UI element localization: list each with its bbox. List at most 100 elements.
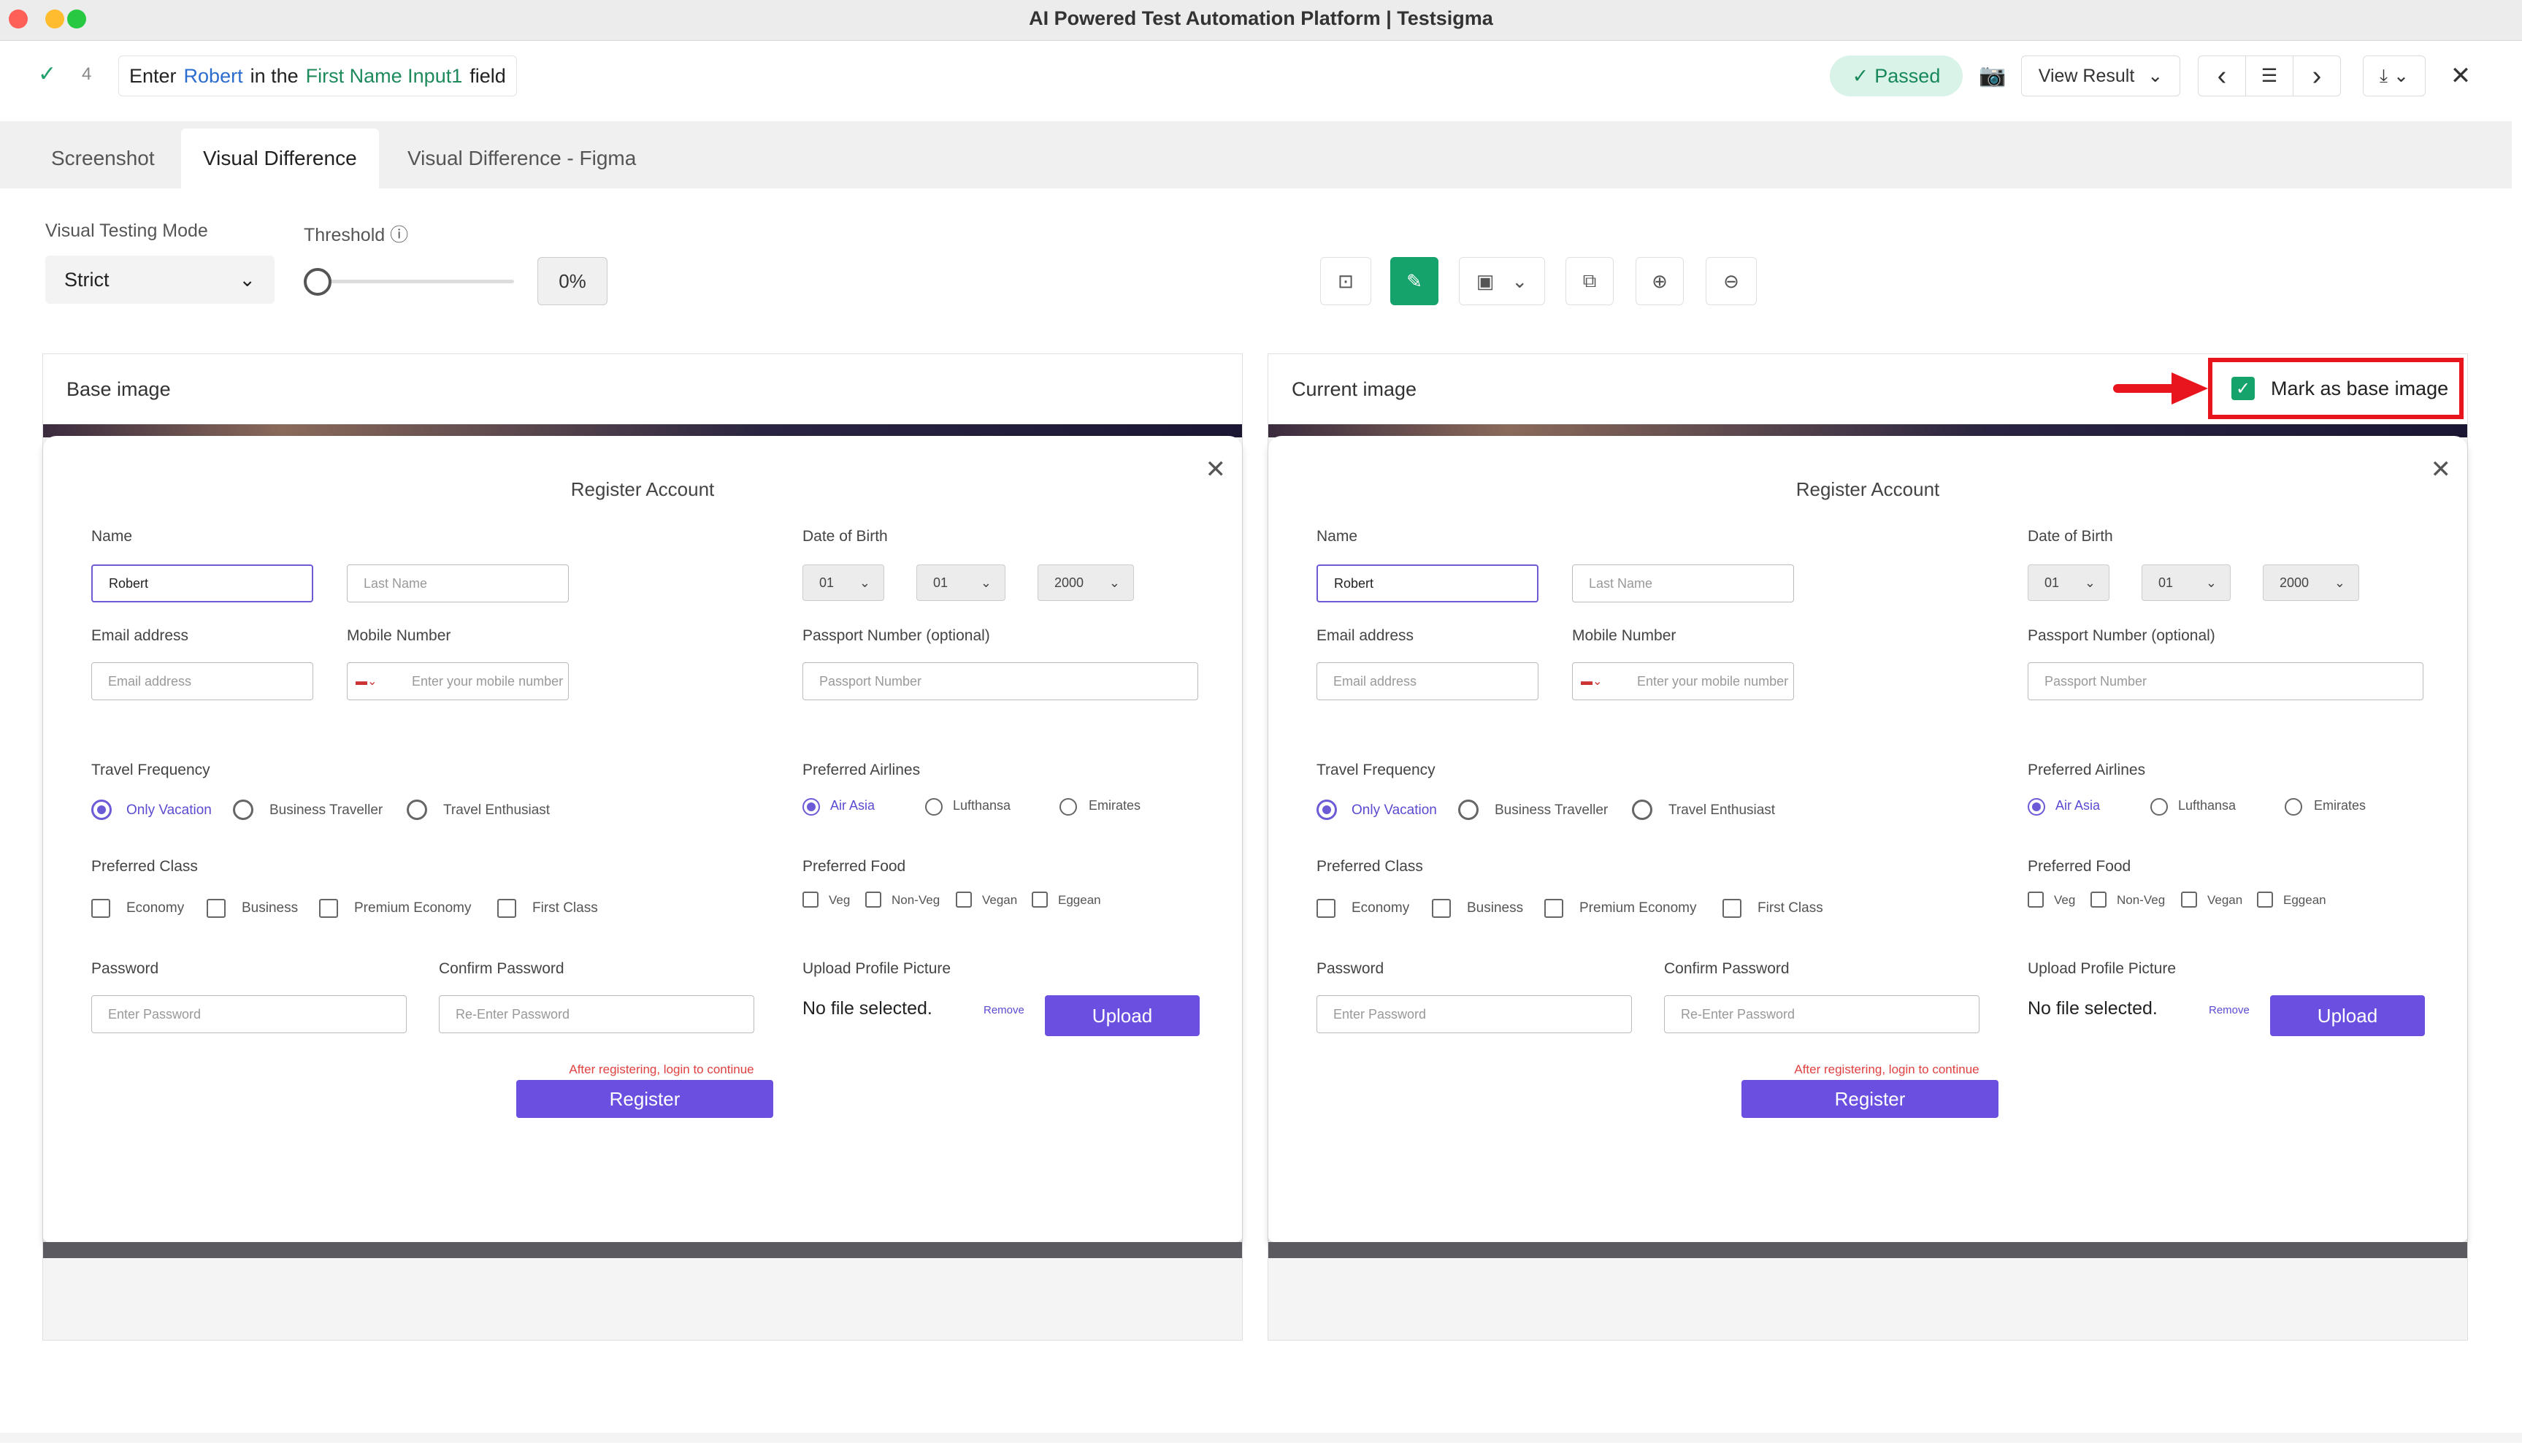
view-result-button[interactable]: View Result ⌄	[2021, 55, 2180, 96]
chevron-right-icon: ›	[2312, 60, 2322, 91]
dob-day-select: 01 ⌄	[802, 564, 884, 601]
radio-lufthansa	[2150, 798, 2168, 816]
view-mode-icon: ▣	[1476, 269, 1495, 292]
first-class-label: First Class	[532, 900, 598, 916]
dob-year-value: 2000	[1054, 575, 1084, 590]
dob-day-value: 01	[2044, 575, 2060, 590]
no-file-text: No file selected.	[2028, 998, 2158, 1019]
checkbox-veg	[802, 892, 819, 908]
premium-economy-label: Premium Economy	[354, 900, 472, 916]
close-icon: ✕	[1205, 456, 1227, 483]
air-asia-label: Air Asia	[830, 798, 875, 813]
title-bar: AI Powered Test Automation Platform | Te…	[0, 0, 2522, 41]
emirates-label: Emirates	[2314, 798, 2366, 813]
eggean-label: Eggean	[1058, 893, 1101, 907]
email-field: Email address	[91, 662, 313, 700]
list-icon: ☰	[2261, 66, 2278, 86]
password-field: Enter Password	[1316, 995, 1632, 1033]
radio-travel-enthusiast	[1632, 800, 1652, 820]
horizontal-scrollbar[interactable]	[0, 1433, 2522, 1443]
confirm-password-field: Re-Enter Password	[1664, 995, 1979, 1033]
emirates-label: Emirates	[1089, 798, 1141, 813]
radio-lufthansa	[925, 798, 943, 816]
radio-business-traveller	[233, 800, 253, 820]
preferred-airlines-label: Preferred Airlines	[2028, 762, 2146, 778]
travel-frequency-label: Travel Frequency	[1316, 762, 1436, 778]
vegan-label: Vegan	[982, 893, 1018, 907]
only-vacation-label: Only Vacation	[1352, 802, 1437, 818]
tab-visual-difference-figma[interactable]: Visual Difference - Figma	[386, 129, 658, 188]
upload-button: Upload	[2270, 995, 2425, 1036]
checkbox-non-veg	[865, 892, 881, 908]
mobile-label: Mobile Number	[347, 627, 451, 644]
compare-icon: ⧉	[1582, 269, 1597, 291]
zoom-out-button[interactable]: ⊖	[1706, 257, 1757, 305]
name-label: Name	[91, 528, 133, 545]
business-traveller-label: Business Traveller	[269, 802, 383, 818]
radio-travel-enthusiast	[407, 800, 427, 820]
travel-frequency-label: Travel Frequency	[91, 762, 210, 778]
status-badge: ✓ Passed	[1830, 55, 1963, 96]
checkmark-icon[interactable]: ✓	[2231, 377, 2255, 400]
previous-step-button[interactable]: ‹	[2198, 55, 2246, 96]
checkbox-eggean	[2257, 892, 2273, 908]
zoom-in-icon: ⊕	[1652, 269, 1668, 292]
tab-screenshot[interactable]: Screenshot	[29, 129, 177, 188]
mode-select[interactable]: Strict ⌄	[45, 256, 275, 304]
mobile-field: Enter your mobile number	[347, 662, 569, 700]
only-vacation-label: Only Vacation	[126, 802, 212, 818]
vegan-label: Vegan	[2207, 893, 2243, 907]
threshold-slider[interactable]	[318, 280, 514, 283]
register-button: Register	[516, 1080, 773, 1118]
zoom-out-icon: ⊖	[1723, 269, 1739, 292]
radio-only-vacation	[1316, 800, 1337, 820]
highlight-icon: ✎	[1406, 269, 1422, 292]
tab-visual-difference[interactable]: Visual Difference	[181, 129, 379, 188]
confirm-password-field: Re-Enter Password	[439, 995, 754, 1033]
step-connector: in the	[250, 64, 299, 87]
base-image-header: Base image	[43, 354, 1242, 424]
travel-enthusiast-label: Travel Enthusiast	[443, 802, 551, 818]
checkbox-business	[207, 899, 226, 918]
close-icon[interactable]: ✕	[2446, 55, 2475, 96]
chevron-down-icon: ⌄	[2205, 575, 2217, 590]
radio-emirates	[2285, 798, 2302, 816]
next-step-button[interactable]: ›	[2293, 55, 2341, 96]
email-field: Email address	[1316, 662, 1538, 700]
no-file-text: No file selected.	[802, 998, 932, 1019]
dob-year-select: 2000 ⌄	[2263, 564, 2359, 601]
download-button[interactable]: ⤓ ⌄	[2363, 55, 2426, 96]
highlight-button[interactable]: ✎	[1390, 257, 1438, 305]
step-list-button[interactable]: ☰	[2245, 55, 2293, 96]
checkbox-non-veg	[2090, 892, 2107, 908]
checkbox-eggean	[1032, 892, 1048, 908]
dob-month-select: 01 ⌄	[2142, 564, 2231, 601]
upload-label: Upload Profile Picture	[802, 960, 951, 977]
base-image-panel: Base image Register Account ✕ Name Rober…	[42, 353, 1243, 1341]
select-region-button[interactable]: ⊡	[1320, 257, 1371, 305]
threshold-value[interactable]: 0%	[537, 257, 607, 305]
confirm-password-label: Confirm Password	[1664, 960, 1790, 977]
mobile-field: Enter your mobile number	[1572, 662, 1794, 700]
step-action: Enter	[129, 64, 177, 87]
threshold-slider-handle[interactable]	[304, 268, 331, 296]
view-mode-dropdown[interactable]: ▣ ⌄	[1459, 257, 1545, 305]
app-window: AI Powered Test Automation Platform | Te…	[0, 0, 2522, 1456]
mark-as-base-image-checkbox[interactable]: ✓ Mark as base image	[2208, 358, 2464, 419]
radio-business-traveller	[1458, 800, 1479, 820]
zoom-in-button[interactable]: ⊕	[1636, 257, 1684, 305]
chevron-down-icon: ⌄	[2084, 575, 2096, 590]
air-asia-label: Air Asia	[2055, 798, 2101, 813]
preferred-food-label: Preferred Food	[802, 858, 906, 875]
step-test-data: Robert	[183, 64, 243, 87]
status-label: Passed	[1874, 64, 1941, 87]
compare-button[interactable]: ⧉	[1565, 257, 1614, 305]
preferred-airlines-label: Preferred Airlines	[802, 762, 921, 778]
image-bottom-band	[43, 1242, 1242, 1258]
camera-icon[interactable]: 📷	[1979, 63, 2006, 88]
confirm-password-label: Confirm Password	[439, 960, 564, 977]
veg-label: Veg	[2054, 893, 2076, 907]
mode-value: Strict	[64, 268, 110, 291]
login-note: After registering, login to continue	[569, 1062, 754, 1076]
chevron-left-icon: ‹	[2217, 60, 2227, 91]
